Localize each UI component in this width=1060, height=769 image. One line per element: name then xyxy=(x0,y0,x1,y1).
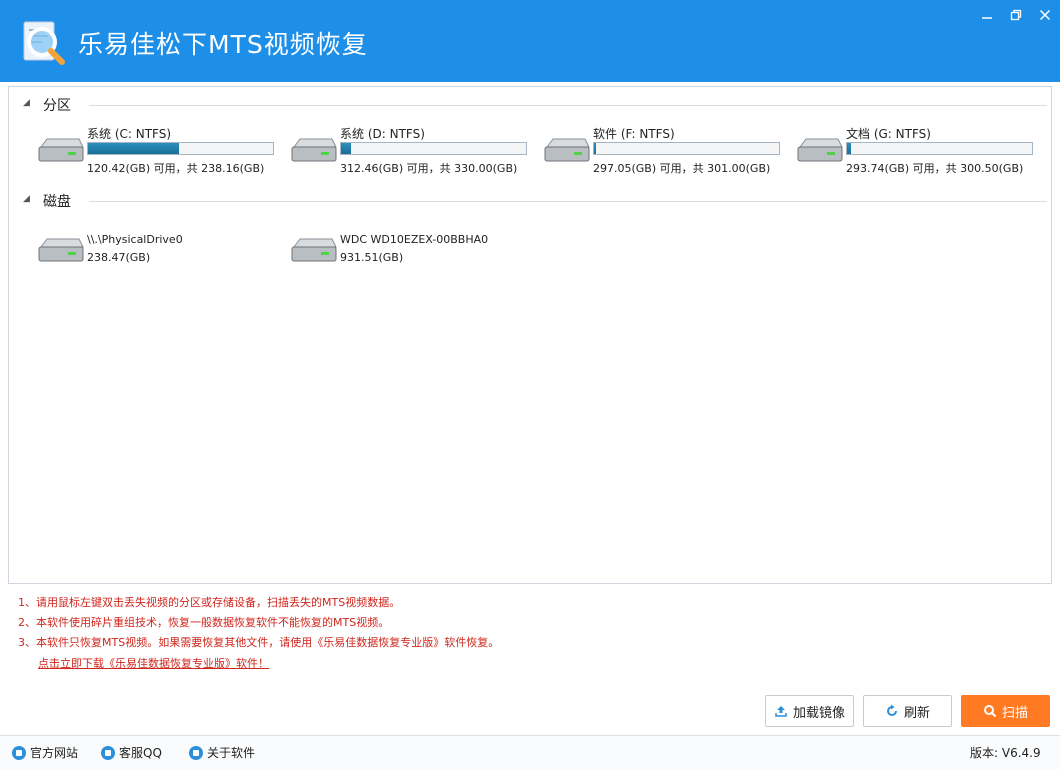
refresh-icon xyxy=(887,704,897,716)
support-qq-link[interactable]: 客服QQ xyxy=(101,744,162,761)
usage-bar-fill xyxy=(594,143,597,154)
disk-size: 931.51(GB) xyxy=(340,251,404,264)
disk-item[interactable]: WDC WD10EZEX-00BBHA0 931.51(GB) xyxy=(288,233,538,273)
partition-name: 系统 (D: NTFS) xyxy=(340,127,425,141)
partition-section-header[interactable]: ◢ 分区 xyxy=(21,95,1047,115)
partition-name: 软件 (F: NTFS) xyxy=(593,127,675,141)
partition-capacity: 120.42(GB) 可用，共 238.16(GB) xyxy=(87,162,265,175)
search-icon xyxy=(983,705,997,718)
scan-label: 扫描 xyxy=(1001,705,1028,721)
load-image-button[interactable]: 加载镜像 xyxy=(765,695,854,727)
download-pro-link[interactable]: 点击立即下载《乐易佳数据恢复专业版》软件！ xyxy=(38,655,269,671)
usage-bar xyxy=(340,142,527,155)
hard-drive-icon xyxy=(797,138,843,162)
minimize-icon[interactable] xyxy=(976,8,998,26)
support-qq-label: 客服QQ xyxy=(119,746,162,760)
usage-bar xyxy=(846,142,1033,155)
usage-bar xyxy=(593,142,780,155)
hard-drive-icon xyxy=(291,238,337,262)
usage-bar-fill xyxy=(341,143,351,154)
section-divider xyxy=(89,105,1047,106)
disk-section-header[interactable]: ◢ 磁盘 xyxy=(21,191,1047,211)
device-list-panel: ◢ 分区 系统 (C: NTFS) 120.42(GB) 可用，共 238.16… xyxy=(8,86,1052,584)
partition-item[interactable]: 系统 (D: NTFS) 312.46(GB) 可用，共 330.00(GB) xyxy=(288,125,538,179)
title-bar: 乐易佳松下MTS视频恢复 xyxy=(0,0,1060,82)
scan-button[interactable]: 扫描 xyxy=(961,695,1050,727)
collapse-triangle-icon[interactable]: ◢ xyxy=(23,98,30,108)
close-icon[interactable] xyxy=(1034,8,1056,26)
partition-name: 系统 (C: NTFS) xyxy=(87,127,172,141)
disk-section-label: 磁盘 xyxy=(43,194,71,210)
partition-capacity: 293.74(GB) 可用，共 300.50(GB) xyxy=(846,162,1024,175)
load-image-label: 加载镜像 xyxy=(792,705,845,721)
website-label: 官方网站 xyxy=(30,746,79,760)
qq-icon xyxy=(101,745,115,760)
disk-item[interactable]: \\.\PhysicalDrive0 238.47(GB) xyxy=(35,233,285,273)
disk-size: 238.47(GB) xyxy=(87,251,151,264)
partition-item[interactable]: 系统 (C: NTFS) 120.42(GB) 可用，共 238.16(GB) xyxy=(35,125,285,179)
partition-item[interactable]: 文档 (G: NTFS) 293.74(GB) 可用，共 300.50(GB) xyxy=(794,125,1044,179)
usage-bar xyxy=(87,142,274,155)
status-bar: 官方网站 客服QQ 关于软件 xyxy=(0,735,1060,769)
partition-capacity: 297.05(GB) 可用，共 301.00(GB) xyxy=(593,162,771,175)
refresh-label: 刷新 xyxy=(903,705,930,721)
app-title: 乐易佳松下MTS视频恢复 xyxy=(78,30,368,59)
version-label: 版本: V6.4.9 xyxy=(970,746,1041,760)
about-label: 关于软件 xyxy=(207,746,256,760)
disk-name: WDC WD10EZEX-00BBHA0 xyxy=(340,233,489,246)
restore-icon[interactable] xyxy=(1005,8,1027,26)
hard-drive-icon xyxy=(38,138,84,162)
usage-bar-fill xyxy=(847,143,852,154)
tip-line-2: 2、本软件使用碎片重组技术，恢复一般数据恢复软件不能恢复的MTS视频。 xyxy=(18,616,390,629)
hard-drive-icon xyxy=(544,138,590,162)
tip-line-3: 3、本软件只恢复MTS视频。如果需要恢复其他文件，请使用《乐易佳数据恢复专业版》… xyxy=(18,636,500,649)
partition-item[interactable]: 软件 (F: NTFS) 297.05(GB) 可用，共 301.00(GB) xyxy=(541,125,791,179)
partition-name: 文档 (G: NTFS) xyxy=(846,127,931,141)
section-divider xyxy=(89,201,1047,202)
collapse-triangle-icon[interactable]: ◢ xyxy=(23,194,30,204)
magnifier-logo-icon xyxy=(23,21,65,65)
usage-bar-fill xyxy=(88,143,180,154)
hard-drive-icon xyxy=(291,138,337,162)
website-link[interactable]: 官方网站 xyxy=(12,744,78,761)
about-link[interactable]: 关于软件 xyxy=(189,744,255,761)
info-icon xyxy=(189,745,203,760)
upload-icon xyxy=(775,706,787,717)
tip-line-1: 1、请用鼠标左键双击丢失视频的分区或存储设备，扫描丢失的MTS视频数据。 xyxy=(18,596,401,609)
partition-capacity: 312.46(GB) 可用，共 330.00(GB) xyxy=(340,162,518,175)
hard-drive-icon xyxy=(38,238,84,262)
home-icon xyxy=(12,745,26,760)
refresh-button[interactable]: 刷新 xyxy=(863,695,952,727)
disk-name: \\.\PhysicalDrive0 xyxy=(87,233,183,246)
partition-section-label: 分区 xyxy=(43,98,71,114)
